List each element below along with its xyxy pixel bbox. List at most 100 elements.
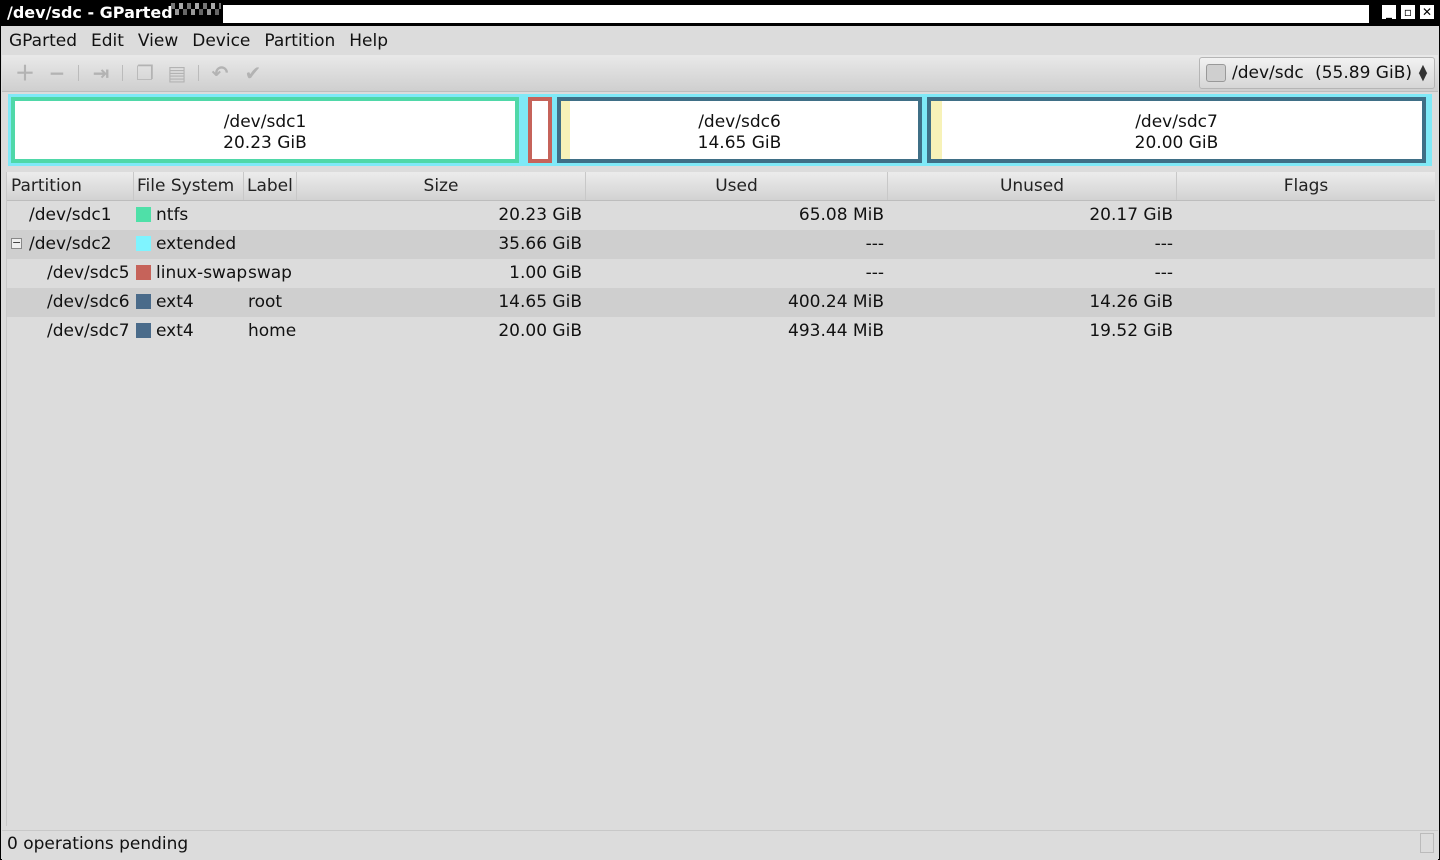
map-label-sdc7: /dev/sdc7 20.00 GiB [931,112,1422,154]
resize-grip-icon[interactable] [1420,833,1434,853]
menu-partition[interactable]: Partition [257,31,342,51]
minimize-button[interactable]: _ [1381,4,1397,20]
size-cell: 35.66 GiB [498,234,582,254]
device-selector[interactable]: /dev/sdc (55.89 GiB) ▲ ▼ [1199,57,1435,89]
status-text: 0 operations pending [7,834,189,854]
filesystem-name: linux-swap [156,263,248,283]
map-partition-sdc6[interactable]: /dev/sdc6 14.65 GiB [557,97,922,163]
new-partition-icon[interactable]: ＋ [14,63,36,83]
filesystem-cell: extended [136,230,236,259]
col-size[interactable]: Size [297,172,586,200]
map-sdc1-size: 20.23 GiB [223,133,307,153]
window-title: /dev/sdc - GParted [7,3,173,22]
menu-device[interactable]: Device [185,31,257,51]
map-sdc6-size: 14.65 GiB [697,133,782,153]
used-cell: --- [865,263,884,283]
toolbar-separator [78,65,79,81]
partition-map: /dev/sdc1 20.23 GiB /dev/sdc6 14.65 GiB … [8,94,1432,166]
fs-color-swatch [136,236,151,251]
size-cell: 14.65 GiB [498,292,582,312]
size-cell: 20.00 GiB [498,321,582,341]
table-row[interactable]: − /dev/sdc2 extended 35.66 GiB --- --- [7,230,1435,259]
table-header: Partition File System Label Size Used Un… [7,172,1435,201]
used-cell: 65.08 MiB [798,205,884,225]
close-button[interactable]: ✕ [1419,4,1435,20]
filesystem-cell: ntfs [136,201,188,230]
map-label-sdc1: /dev/sdc1 20.23 GiB [15,112,515,154]
partition-cell: /dev/sdc1 [29,205,112,225]
filesystem-name: ext4 [156,321,194,341]
map-partition-sdc7[interactable]: /dev/sdc7 20.00 GiB [927,97,1426,163]
titlebar-stripe [223,5,1369,23]
map-partition-sdc1[interactable]: /dev/sdc1 20.23 GiB [11,97,519,163]
size-cell: 1.00 GiB [509,263,582,283]
used-cell: 493.44 MiB [788,321,884,341]
used-cell: --- [865,234,884,254]
partition-cell: /dev/sdc6 [47,292,130,312]
fs-color-swatch [136,323,151,338]
toolbar-separator [198,65,199,81]
filesystem-name: ext4 [156,292,194,312]
unused-cell: 20.17 GiB [1089,205,1173,225]
title-bar[interactable]: /dev/sdc - GParted _ ▫ ✕ [1,1,1439,26]
paste-icon[interactable]: ▤ [166,63,188,83]
menu-help[interactable]: Help [342,31,395,51]
maximize-button[interactable]: ▫ [1400,4,1416,20]
used-cell: 400.24 MiB [788,292,884,312]
unused-cell: --- [1154,234,1173,254]
map-partition-sdc5[interactable] [528,97,552,163]
map-sdc1-name: /dev/sdc1 [223,112,307,132]
col-file-system[interactable]: File System [134,172,244,200]
undo-icon[interactable]: ↶ [209,63,231,83]
device-size: (55.89 GiB) [1315,63,1412,83]
filesystem-name: ntfs [156,205,189,225]
unused-cell: --- [1154,263,1173,283]
menu-view[interactable]: View [131,31,185,51]
filesystem-cell: ext4 [136,317,194,346]
filesystem-cell: linux-swap [136,259,247,288]
filesystem-name: extended [156,234,237,254]
menu-gparted[interactable]: GParted [2,31,84,51]
col-label[interactable]: Label [244,172,297,200]
partition-cell: /dev/sdc2 [29,234,112,254]
table-row[interactable]: /dev/sdc1 ntfs 20.23 GiB 65.08 MiB 20.17… [7,201,1435,230]
collapse-icon[interactable]: − [11,237,22,249]
menu-edit[interactable]: Edit [84,31,131,51]
label-cell: swap [248,263,292,283]
partition-cell: /dev/sdc7 [47,321,130,341]
table-row[interactable]: /dev/sdc5 linux-swap swap 1.00 GiB --- -… [7,259,1435,288]
filesystem-cell: ext4 [136,288,194,317]
resize-move-icon[interactable]: ⇥ [90,63,112,83]
gparted-window: /dev/sdc - GParted _ ▫ ✕ GParted Edit Vi… [0,0,1440,860]
fs-color-swatch [136,265,151,280]
col-flags[interactable]: Flags [1177,172,1435,200]
toolbar: ＋ − ⇥ ❐ ▤ ↶ ✔ /dev/sdc (55.89 GiB) ▲ ▼ [2,55,1438,92]
partition-cell: /dev/sdc5 [47,263,130,283]
harddisk-icon [1206,64,1226,82]
label-cell: root [248,292,283,312]
menu-bar: GParted Edit View Device Partition Help [2,27,1438,55]
copy-icon[interactable]: ❐ [134,63,156,83]
titlebar-decoration [171,3,221,25]
map-sdc7-name: /dev/sdc7 [1135,112,1218,132]
device-name: /dev/sdc [1232,63,1304,83]
fs-color-swatch [136,207,151,222]
label-cell: home [248,321,297,341]
unused-cell: 19.52 GiB [1089,321,1173,341]
map-sdc6-name: /dev/sdc6 [698,112,781,132]
table-row[interactable]: /dev/sdc6 ext4 root 14.65 GiB 400.24 MiB… [7,288,1435,317]
fs-color-swatch [136,294,151,309]
map-label-sdc6: /dev/sdc6 14.65 GiB [561,112,918,154]
table-row[interactable]: /dev/sdc7 ext4 home 20.00 GiB 493.44 MiB… [7,317,1435,346]
apply-icon[interactable]: ✔ [242,63,264,83]
col-unused[interactable]: Unused [888,172,1177,200]
delete-partition-icon[interactable]: − [46,63,68,83]
partition-table: Partition File System Label Size Used Un… [6,172,1435,826]
size-cell: 20.23 GiB [498,205,582,225]
col-partition[interactable]: Partition [7,172,134,200]
map-sdc7-size: 20.00 GiB [1134,133,1219,153]
unused-cell: 14.26 GiB [1089,292,1173,312]
status-bar: 0 operations pending [2,830,1438,860]
spin-arrows-icon: ▲ ▼ [1418,62,1428,83]
col-used[interactable]: Used [586,172,888,200]
